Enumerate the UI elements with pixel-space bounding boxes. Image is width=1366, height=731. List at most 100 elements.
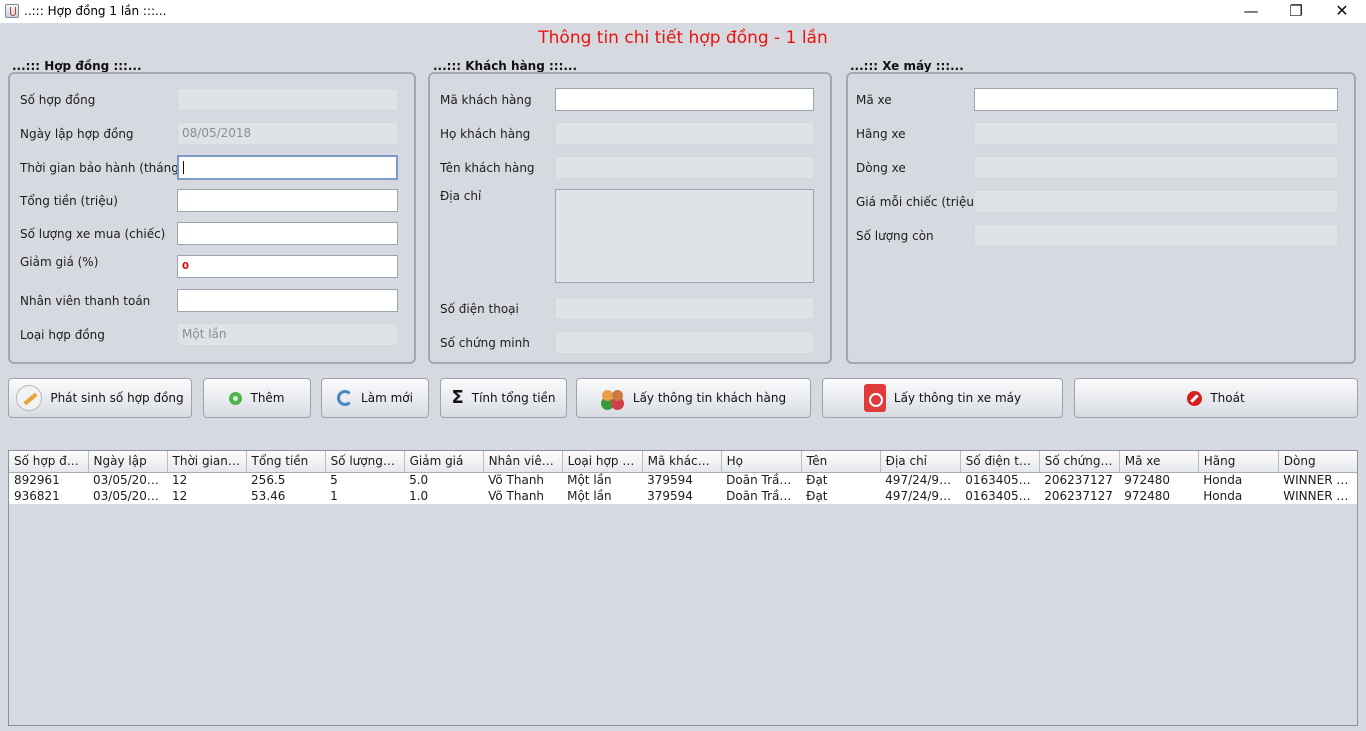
bike-id-field[interactable]	[974, 88, 1338, 111]
contract-group-label: ...::: Hợp đồng :::...	[12, 59, 142, 73]
total-field[interactable]	[177, 189, 398, 212]
column-header[interactable]: Hãng	[1198, 451, 1279, 473]
contract-type-field[interactable]: Một lần	[177, 323, 398, 346]
column-header[interactable]: Loại hợp đ...	[562, 451, 643, 473]
customer-phone-label: Số điện thoại	[440, 302, 519, 316]
contract-number-field[interactable]	[177, 88, 398, 111]
table-cell: Đạt	[801, 488, 881, 504]
column-header[interactable]: Mã khách ...	[642, 451, 722, 473]
warranty-field[interactable]	[177, 155, 398, 180]
get-customer-info-button[interactable]: Lấy thông tin khách hàng	[576, 378, 811, 418]
customer-firstname-label: Tên khách hàng	[440, 161, 535, 175]
table-cell: WINNER 1...	[1278, 472, 1357, 488]
generate-contract-number-button[interactable]: Phát sinh số hợp đồng	[8, 378, 192, 418]
table-header-row: Số hợp đồ... Ngày lập Thời gian ... Tổng…	[9, 451, 1357, 473]
contract-number-label: Số hợp đồng	[20, 93, 96, 107]
close-button[interactable]: ✕	[1319, 0, 1365, 23]
total-label: Tổng tiền (triệu)	[20, 194, 118, 208]
quantity-field[interactable]	[177, 222, 398, 245]
table-cell: 5	[325, 472, 405, 488]
window-title: ..::: Hợp đồng 1 lần :::...	[24, 4, 167, 18]
table-cell: Một lần	[562, 488, 643, 504]
customer-firstname-field[interactable]	[555, 156, 814, 179]
column-header[interactable]: Số lượng x...	[325, 451, 405, 473]
customer-address-area[interactable]	[555, 189, 814, 283]
table-cell: Doãn Trần ...	[721, 472, 802, 488]
column-header[interactable]: Tên	[801, 451, 881, 473]
column-header[interactable]: Nhân viên ...	[483, 451, 563, 473]
table-cell: 12	[167, 488, 247, 504]
contract-type-label: Loại hợp đồng	[20, 328, 105, 342]
title-bar: ..::: Hợp đồng 1 lần :::... — ❐ ✕	[0, 0, 1366, 23]
table-row[interactable]: 892961 03/05/2018 12 256.5 5 5.0 Võ Than…	[9, 472, 1357, 488]
column-header[interactable]: Họ	[721, 451, 802, 473]
column-header[interactable]: Ngày lập	[88, 451, 168, 473]
column-header[interactable]: Số chứng ...	[1039, 451, 1120, 473]
exit-button[interactable]: Thoát	[1074, 378, 1358, 418]
table-cell: 256.5	[246, 472, 326, 488]
bike-brand-label: Hãng xe	[856, 127, 906, 141]
staff-field[interactable]	[177, 289, 398, 312]
bike-stock-label: Số lượng còn	[856, 229, 934, 243]
column-header[interactable]: Tổng tiền	[246, 451, 326, 473]
customer-id-field[interactable]	[555, 88, 814, 111]
customer-lastname-label: Họ khách hàng	[440, 127, 531, 141]
column-header[interactable]: Địa chỉ	[880, 451, 961, 473]
get-customer-label: Lấy thông tin khách hàng	[632, 391, 787, 405]
bike-price-field[interactable]	[974, 190, 1338, 213]
users-icon	[601, 388, 625, 408]
add-button[interactable]: Thêm	[203, 378, 311, 418]
motorbike-icon	[863, 384, 886, 412]
bike-brand-field[interactable]	[974, 122, 1338, 145]
table-cell: 03/05/2018	[88, 488, 168, 504]
contract-date-label: Ngày lập hợp đồng	[20, 127, 134, 141]
table-cell: 5.0	[404, 472, 484, 488]
customer-phone-field[interactable]	[555, 297, 814, 320]
java-icon	[5, 4, 19, 18]
table-cell: Honda	[1198, 488, 1279, 504]
calculate-total-button[interactable]: Σ Tính tổng tiền	[440, 378, 567, 418]
sigma-icon: Σ	[451, 387, 464, 408]
customer-lastname-field[interactable]	[555, 122, 814, 145]
table-cell: Doãn Trần ...	[721, 488, 802, 504]
discount-field[interactable]: 0	[177, 255, 398, 278]
page-title: Thông tin chi tiết hợp đồng - 1 lần	[538, 28, 828, 48]
column-header[interactable]: Dòng	[1278, 451, 1357, 473]
table-cell: 206237127	[1039, 472, 1120, 488]
bike-model-label: Dòng xe	[856, 161, 906, 175]
add-icon	[229, 391, 243, 405]
bike-group-label: ...::: Xe máy :::...	[850, 59, 964, 73]
contracts-table[interactable]: Số hợp đồ... Ngày lập Thời gian ... Tổng…	[8, 450, 1358, 726]
column-header[interactable]: Số điện th...	[960, 451, 1040, 473]
column-header[interactable]: Mã xe	[1119, 451, 1199, 473]
table-cell: 892961	[9, 472, 89, 488]
bike-model-field[interactable]	[974, 156, 1338, 179]
table-cell: Một lần	[562, 472, 643, 488]
get-bike-info-button[interactable]: Lấy thông tin xe máy	[822, 378, 1063, 418]
contract-panel	[8, 72, 416, 364]
calculate-total-label: Tính tổng tiền	[471, 391, 556, 405]
customer-id-label: Mã khách hàng	[440, 93, 532, 107]
table-cell: 01634054...	[960, 472, 1040, 488]
table-cell: 972480	[1119, 488, 1199, 504]
customer-idcard-label: Số chứng minh	[440, 336, 530, 350]
table-cell: 936821	[9, 488, 89, 504]
table-cell: 53.46	[246, 488, 326, 504]
column-header[interactable]: Thời gian ...	[167, 451, 247, 473]
maximize-button[interactable]: ❐	[1273, 0, 1319, 23]
bike-id-label: Mã xe	[856, 93, 892, 107]
table-cell: 497/24/9N ...	[880, 472, 961, 488]
warranty-label: Thời gian bảo hành (tháng)	[20, 161, 184, 175]
column-header[interactable]: Số hợp đồ...	[9, 451, 89, 473]
table-cell: 1	[325, 488, 405, 504]
minimize-button[interactable]: —	[1228, 0, 1274, 23]
contract-date-field[interactable]: 08/05/2018	[177, 122, 398, 145]
column-header[interactable]: Giảm giá	[404, 451, 484, 473]
table-cell: Đạt	[801, 472, 881, 488]
bike-stock-field[interactable]	[974, 224, 1338, 247]
refresh-button[interactable]: Làm mới	[321, 378, 429, 418]
table-cell: WINNER 1...	[1278, 488, 1357, 504]
customer-idcard-field[interactable]	[555, 331, 814, 354]
table-row[interactable]: 936821 03/05/2018 12 53.46 1 1.0 Võ Than…	[9, 488, 1357, 504]
table-cell: 03/05/2018	[88, 472, 168, 488]
